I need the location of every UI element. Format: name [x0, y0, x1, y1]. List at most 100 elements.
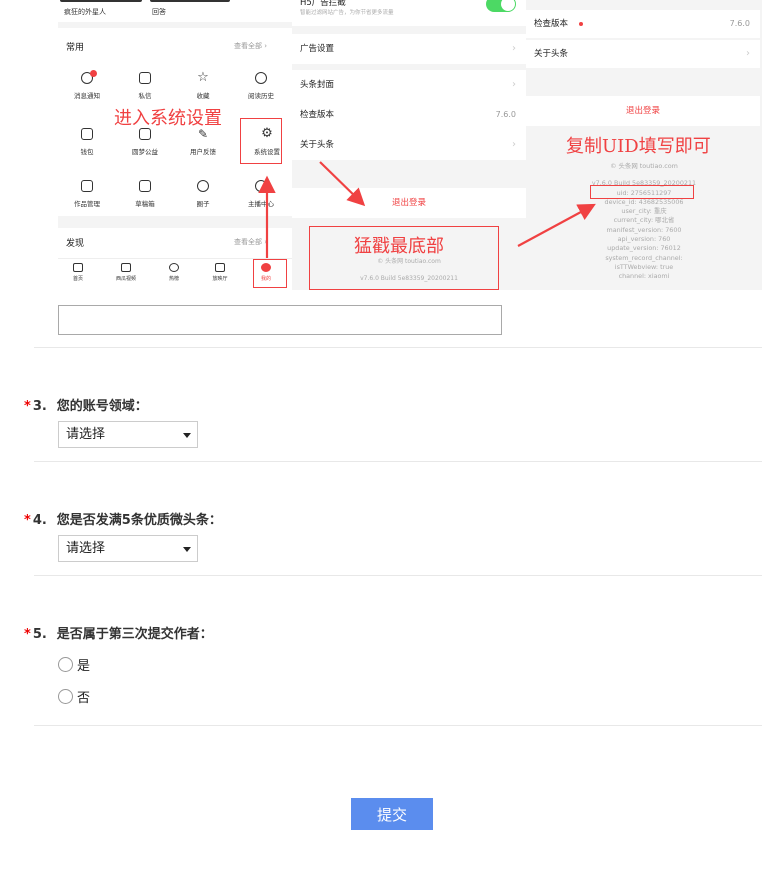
grid-item: 消息通知	[58, 70, 116, 112]
nav-item: 放映厅	[200, 263, 240, 282]
nav-item: 热榜	[154, 263, 194, 282]
toggle-switch	[486, 0, 516, 12]
question-text: 是否属于第三次提交作者：	[56, 627, 213, 642]
info-line: isTTWebview: true	[614, 262, 674, 271]
info-line: update_version: 76012	[607, 244, 681, 253]
required-mark: *	[24, 399, 31, 414]
section-title: 发现	[66, 239, 85, 249]
discover-section: 发现 查看全部 ›	[58, 228, 292, 262]
info-line: current_city: 哪北省	[613, 216, 675, 225]
grid-label: 收藏	[196, 92, 210, 100]
row-label: 关于头条	[534, 49, 569, 59]
highlight-uid	[590, 185, 694, 199]
radio-option-no[interactable]: 否	[58, 687, 90, 706]
highlight-settings	[240, 118, 282, 164]
question-5-title: * 5. 是否属于第三次提交作者：	[24, 623, 213, 642]
dropdown-arrow-icon	[183, 547, 191, 552]
select-value: 请选择	[66, 427, 106, 442]
microheadline-select[interactable]: 请选择	[58, 535, 198, 562]
grid-item: ✎ 用户反馈	[174, 128, 232, 168]
profile-top-strip: 疯狂的外星人 回答	[58, 0, 292, 22]
chevron-right-icon: ›	[746, 48, 750, 59]
chevron-right-icon: ›	[512, 139, 516, 150]
row-label: 关于头条	[300, 140, 335, 150]
grid-label: 私信	[138, 92, 152, 100]
tv-icon	[215, 263, 225, 272]
info-line: channel: xiaomi	[618, 272, 670, 281]
clock-icon	[255, 72, 267, 84]
grid-item: 圈子	[174, 180, 232, 220]
question-text: 您是否发满5条优质微头条：	[56, 513, 222, 528]
play-icon	[121, 263, 131, 272]
grid-label: 阅读历史	[248, 92, 274, 100]
star-icon: ☆	[197, 70, 209, 85]
radio-label: 否	[77, 691, 91, 706]
notification-badge	[90, 70, 97, 77]
answer-textarea[interactable]	[58, 305, 502, 335]
grid-label: 作品管理	[74, 200, 100, 208]
info-line: api_version: 760	[617, 235, 671, 244]
version-value: 7.6.0	[729, 19, 750, 28]
nav-label: 西瓜视频	[115, 276, 136, 282]
grid-item: 作品管理	[58, 180, 116, 220]
grid-item: 圆梦公益	[116, 128, 174, 168]
submit-button[interactable]: 提交	[351, 798, 433, 830]
settings-row: 检查版本 7.6.0	[526, 10, 760, 38]
grid-item: 主播中心	[232, 180, 290, 220]
required-mark: *	[24, 627, 31, 642]
question-number: 5.	[32, 627, 47, 642]
profile-tab: 回答	[152, 8, 166, 16]
question-text: 您的账号领域：	[56, 399, 148, 414]
radio-label: 是	[77, 659, 91, 674]
logout-row: 退出登录	[526, 96, 760, 126]
info-line: device_id: 43682535006	[604, 197, 684, 206]
grid-label: 用户反馈	[190, 148, 216, 156]
logout-row: 退出登录	[292, 188, 526, 218]
settings-row-ad-block: H5广告拦截 智能过滤网站广告，为你节省更多流量	[292, 0, 526, 26]
nav-label: 首页	[72, 276, 83, 282]
divider	[34, 347, 762, 348]
row-label: H5广告拦截	[300, 0, 346, 8]
profile-tab: 疯狂的外星人	[64, 8, 106, 16]
grid-label: 钱包	[80, 148, 94, 156]
row-label: 头条封面	[300, 80, 335, 90]
thumbnail-bar	[150, 0, 230, 2]
grid-item: 钱包	[58, 128, 116, 168]
see-all-link: 查看全部 ›	[234, 238, 268, 246]
radio-circle[interactable]	[58, 689, 73, 704]
required-mark: *	[24, 513, 31, 528]
nav-item: 首页	[58, 263, 98, 282]
row-label: 检查版本	[534, 19, 569, 29]
nav-item: 西瓜视频	[106, 263, 146, 282]
draft-icon	[139, 180, 151, 192]
settings-row: 检查版本 7.6.0	[292, 100, 526, 130]
select-value: 请选择	[66, 541, 106, 556]
divider	[34, 725, 762, 726]
account-domain-select[interactable]: 请选择	[58, 421, 198, 448]
divider	[34, 461, 762, 462]
nav-label: 热榜	[168, 276, 179, 282]
divider	[34, 575, 762, 576]
info-line: manifest_version: 7600	[606, 225, 682, 234]
info-line: system_record_channel:	[605, 253, 683, 262]
grid-item: 草稿箱	[116, 180, 174, 220]
row-label: 检查版本	[300, 110, 335, 120]
chevron-right-icon: ›	[512, 43, 516, 54]
highlight-mine-tab	[253, 259, 287, 288]
question-number: 4.	[32, 513, 47, 528]
hot-icon	[169, 263, 179, 272]
settings-row: 关于头条 ›	[526, 40, 760, 68]
anchor-icon	[255, 180, 267, 192]
wallet-icon	[81, 128, 93, 140]
nav-label: 放映厅	[212, 276, 228, 282]
circle-icon	[197, 180, 209, 192]
radio-circle[interactable]	[58, 657, 73, 672]
see-all-link: 查看全部 ›	[234, 42, 268, 50]
update-dot	[578, 21, 583, 26]
message-icon	[139, 72, 151, 84]
grid-label: 消息通知	[74, 92, 100, 100]
grid-item: 阅读历史	[232, 72, 290, 112]
grid-label: 圆梦公益	[132, 148, 158, 156]
settings-row: 关于头条 ›	[292, 130, 526, 160]
radio-option-yes[interactable]: 是	[58, 655, 90, 674]
